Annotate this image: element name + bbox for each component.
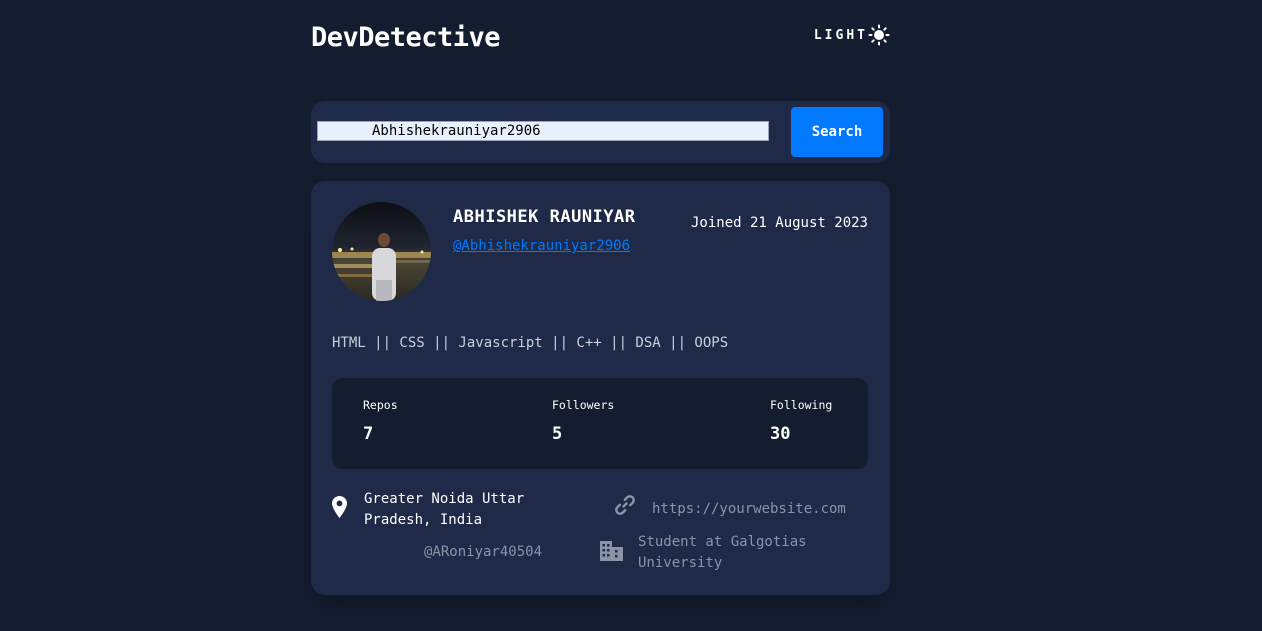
location-text: Greater Noida Uttar Pradesh, India — [364, 489, 524, 531]
profile-username-link[interactable]: @Abhishekrauniyar2906 — [453, 238, 630, 254]
company-line2: University — [638, 555, 723, 571]
stat-followers-label: Followers — [552, 398, 615, 412]
company-line1: Student at Galgotias — [638, 534, 807, 550]
twitter-handle[interactable]: @ARoniyar40504 — [424, 542, 542, 563]
header: DevDetective LIGHT — [311, 22, 890, 62]
sun-icon — [868, 24, 890, 46]
link-icon — [614, 494, 636, 523]
stat-repos-label: Repos — [363, 398, 398, 412]
website-info: https://yourwebsite.com — [614, 495, 846, 523]
profile-name: ABHISHEK RAUNIYAR — [453, 207, 636, 227]
twitter-info: @ARoniyar40504 — [424, 542, 542, 563]
search-button[interactable]: Search — [791, 107, 883, 157]
profile-card: ABHISHEK RAUNIYAR @Abhishekrauniyar2906 … — [311, 181, 890, 595]
theme-toggle[interactable]: LIGHT — [814, 24, 890, 46]
app-logo: DevDetective — [311, 22, 501, 53]
avatar — [332, 202, 431, 301]
location-info: Greater Noida Uttar Pradesh, India — [332, 489, 524, 531]
location-pin-icon — [332, 496, 347, 525]
search-input[interactable] — [317, 121, 769, 141]
stat-followers-value: 5 — [552, 424, 563, 444]
website-link[interactable]: https://yourwebsite.com — [652, 499, 846, 520]
stat-repos: Repos 7 — [363, 398, 398, 444]
stat-following-value: 30 — [770, 424, 791, 444]
stat-following: Following 30 — [770, 398, 832, 444]
profile-bio: HTML || CSS || Javascript || C++ || DSA … — [332, 335, 729, 351]
joined-date: Joined 21 August 2023 — [690, 215, 868, 231]
stats-panel: Repos 7 Followers 5 Following 30 — [332, 378, 868, 469]
building-icon — [600, 539, 623, 568]
stat-followers: Followers 5 — [552, 398, 614, 444]
company-info: Student at Galgotias University — [600, 532, 807, 574]
stat-repos-value: 7 — [363, 424, 374, 444]
theme-toggle-label: LIGHT — [813, 27, 868, 43]
location-line1: Greater Noida Uttar — [364, 491, 525, 507]
location-line2: Pradesh, India — [364, 512, 483, 528]
company-text: Student at Galgotias University — [638, 532, 807, 574]
search-bar: Search — [311, 101, 890, 163]
stat-following-label: Following — [770, 398, 833, 412]
